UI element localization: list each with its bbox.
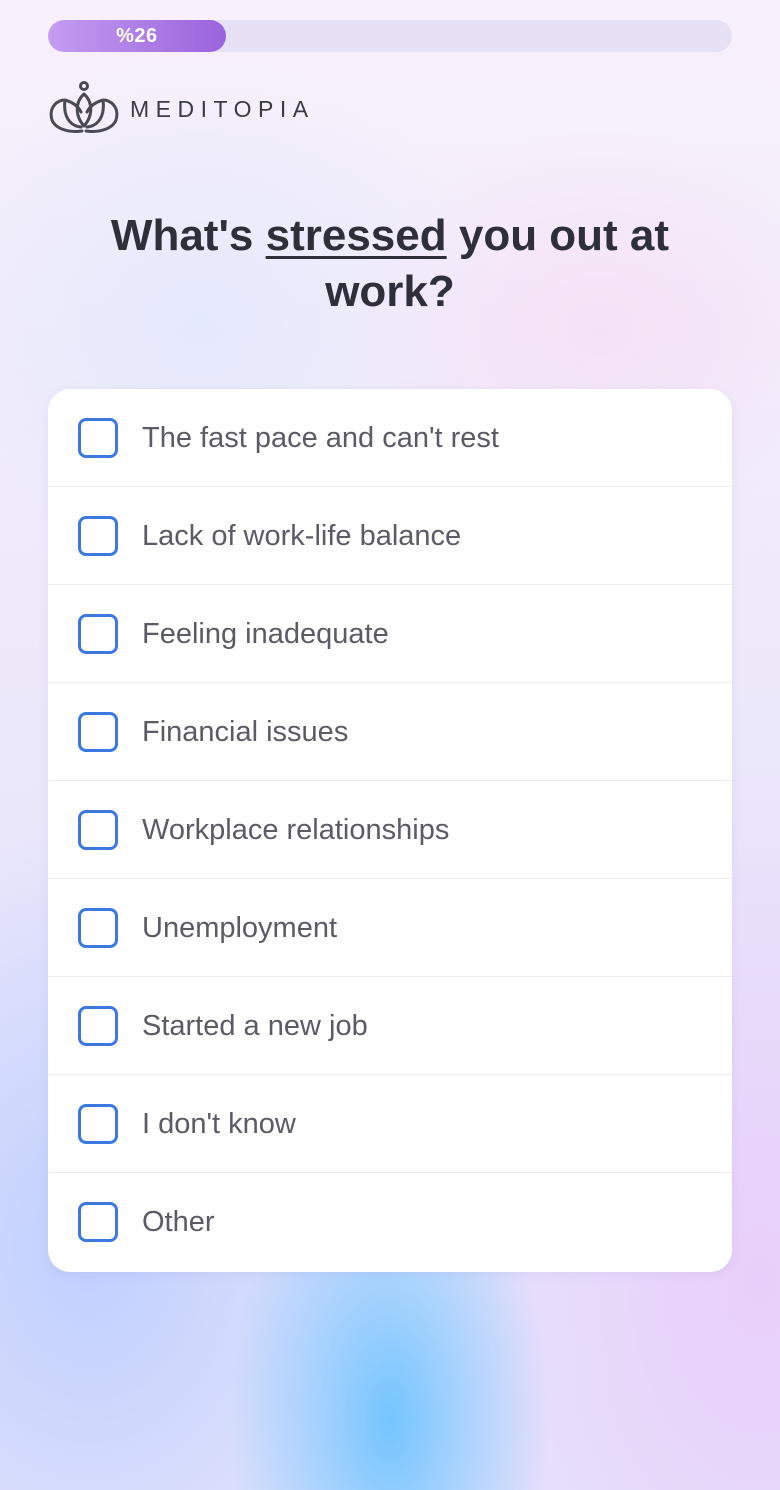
question-text-before: What's — [110, 211, 266, 260]
option-other[interactable]: Other — [48, 1173, 732, 1271]
checkbox[interactable] — [78, 712, 118, 752]
progress-fill: %26 — [48, 20, 226, 52]
brand-logo: MEDITOPIA — [48, 80, 315, 138]
option-label: Unemployment — [142, 911, 338, 944]
checkbox[interactable] — [78, 516, 118, 556]
quiz-page: %26 MEDITOPIA What's stressed you out at… — [0, 0, 780, 1490]
option-dont-know[interactable]: I don't know — [48, 1075, 732, 1173]
option-label: Other — [142, 1205, 215, 1238]
checkbox[interactable] — [78, 1202, 118, 1242]
progress-label: %26 — [116, 24, 158, 47]
lotus-icon — [49, 81, 119, 133]
options-card: The fast pace and can't rest Lack of wor… — [48, 389, 732, 1272]
option-work-life-balance[interactable]: Lack of work-life balance — [48, 487, 732, 585]
option-financial-issues[interactable]: Financial issues — [48, 683, 732, 781]
checkbox[interactable] — [78, 614, 118, 654]
option-label: Financial issues — [142, 715, 349, 748]
option-label: I don't know — [142, 1107, 296, 1140]
question-emphasis: stressed — [265, 211, 447, 260]
question-title: What's stressed you out at work? — [60, 208, 720, 320]
option-label: Lack of work-life balance — [142, 519, 462, 552]
progress-bar: %26 — [48, 20, 732, 52]
option-label: Feeling inadequate — [142, 617, 389, 650]
option-unemployment[interactable]: Unemployment — [48, 879, 732, 977]
checkbox[interactable] — [78, 418, 118, 458]
option-label: Workplace relationships — [142, 813, 450, 846]
option-feeling-inadequate[interactable]: Feeling inadequate — [48, 585, 732, 683]
option-workplace-relationships[interactable]: Workplace relationships — [48, 781, 732, 879]
option-new-job[interactable]: Started a new job — [48, 977, 732, 1075]
option-label: The fast pace and can't rest — [142, 421, 499, 454]
checkbox[interactable] — [78, 1104, 118, 1144]
checkbox[interactable] — [78, 1006, 118, 1046]
checkbox[interactable] — [78, 810, 118, 850]
option-label: Started a new job — [142, 1009, 368, 1042]
brand-name: MEDITOPIA — [130, 95, 315, 122]
option-fast-pace[interactable]: The fast pace and can't rest — [48, 389, 732, 487]
checkbox[interactable] — [78, 908, 118, 948]
